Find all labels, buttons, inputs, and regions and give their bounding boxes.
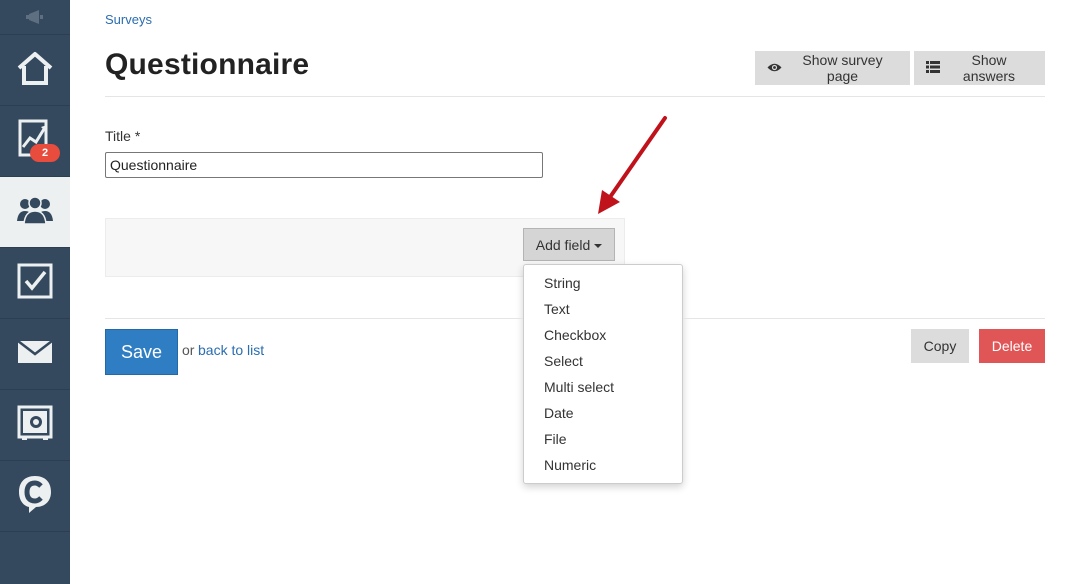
header-divider <box>105 96 1045 97</box>
dropdown-item-string[interactable]: String <box>524 270 682 296</box>
home-icon <box>16 50 54 91</box>
delete-button[interactable]: Delete <box>979 329 1045 363</box>
form-divider-right <box>683 318 1045 319</box>
show-answers-button[interactable]: Show answers <box>914 51 1045 85</box>
show-survey-page-label: Show survey page <box>802 52 883 84</box>
sidebar-item-chat[interactable] <box>0 461 70 532</box>
list-icon <box>926 60 940 76</box>
form-divider-left <box>105 318 523 319</box>
safe-icon <box>17 405 53 446</box>
dropdown-item-multi-select[interactable]: Multi select <box>524 374 682 400</box>
show-answers-label: Show answers <box>962 52 1016 84</box>
or-text: or <box>182 342 195 358</box>
dropdown-item-select[interactable]: Select <box>524 348 682 374</box>
sidebar: 2 <box>0 0 70 584</box>
sidebar-item-analytics[interactable]: 2 <box>0 106 70 177</box>
mail-icon <box>17 339 53 369</box>
add-field-label: Add field <box>535 236 591 253</box>
sidebar-item-tasks[interactable] <box>0 248 70 319</box>
sidebar-item-mail[interactable] <box>0 319 70 390</box>
eye-icon <box>767 60 782 76</box>
sidebar-item-users[interactable] <box>0 177 70 248</box>
checkbox-icon <box>17 263 53 304</box>
notification-badge: 2 <box>30 144 60 162</box>
show-survey-page-button[interactable]: Show survey page <box>755 51 910 85</box>
annotation-arrow-icon <box>598 116 667 214</box>
copy-button[interactable]: Copy <box>911 329 969 363</box>
users-icon <box>16 195 54 230</box>
page-title: Questionnaire <box>105 48 310 81</box>
add-field-dropdown: String Text Checkbox Select Multi select… <box>523 264 683 484</box>
save-button[interactable]: Save <box>105 329 178 375</box>
title-input[interactable] <box>105 152 543 178</box>
caret-down-icon <box>594 243 603 248</box>
back-to-list-link[interactable]: back to list <box>198 342 264 358</box>
megaphone-icon[interactable] <box>0 0 70 35</box>
dropdown-item-checkbox[interactable]: Checkbox <box>524 322 682 348</box>
dropdown-item-date[interactable]: Date <box>524 400 682 426</box>
title-label: Title * <box>105 128 141 144</box>
add-field-button[interactable]: Add field <box>523 228 615 261</box>
dropdown-item-text[interactable]: Text <box>524 296 682 322</box>
sidebar-item-safe[interactable] <box>0 390 70 461</box>
sidebar-item-home[interactable] <box>0 35 70 106</box>
chat-logo-icon <box>17 474 53 519</box>
dropdown-item-numeric[interactable]: Numeric <box>524 452 682 478</box>
dropdown-item-file[interactable]: File <box>524 426 682 452</box>
breadcrumb-surveys[interactable]: Surveys <box>105 12 152 27</box>
